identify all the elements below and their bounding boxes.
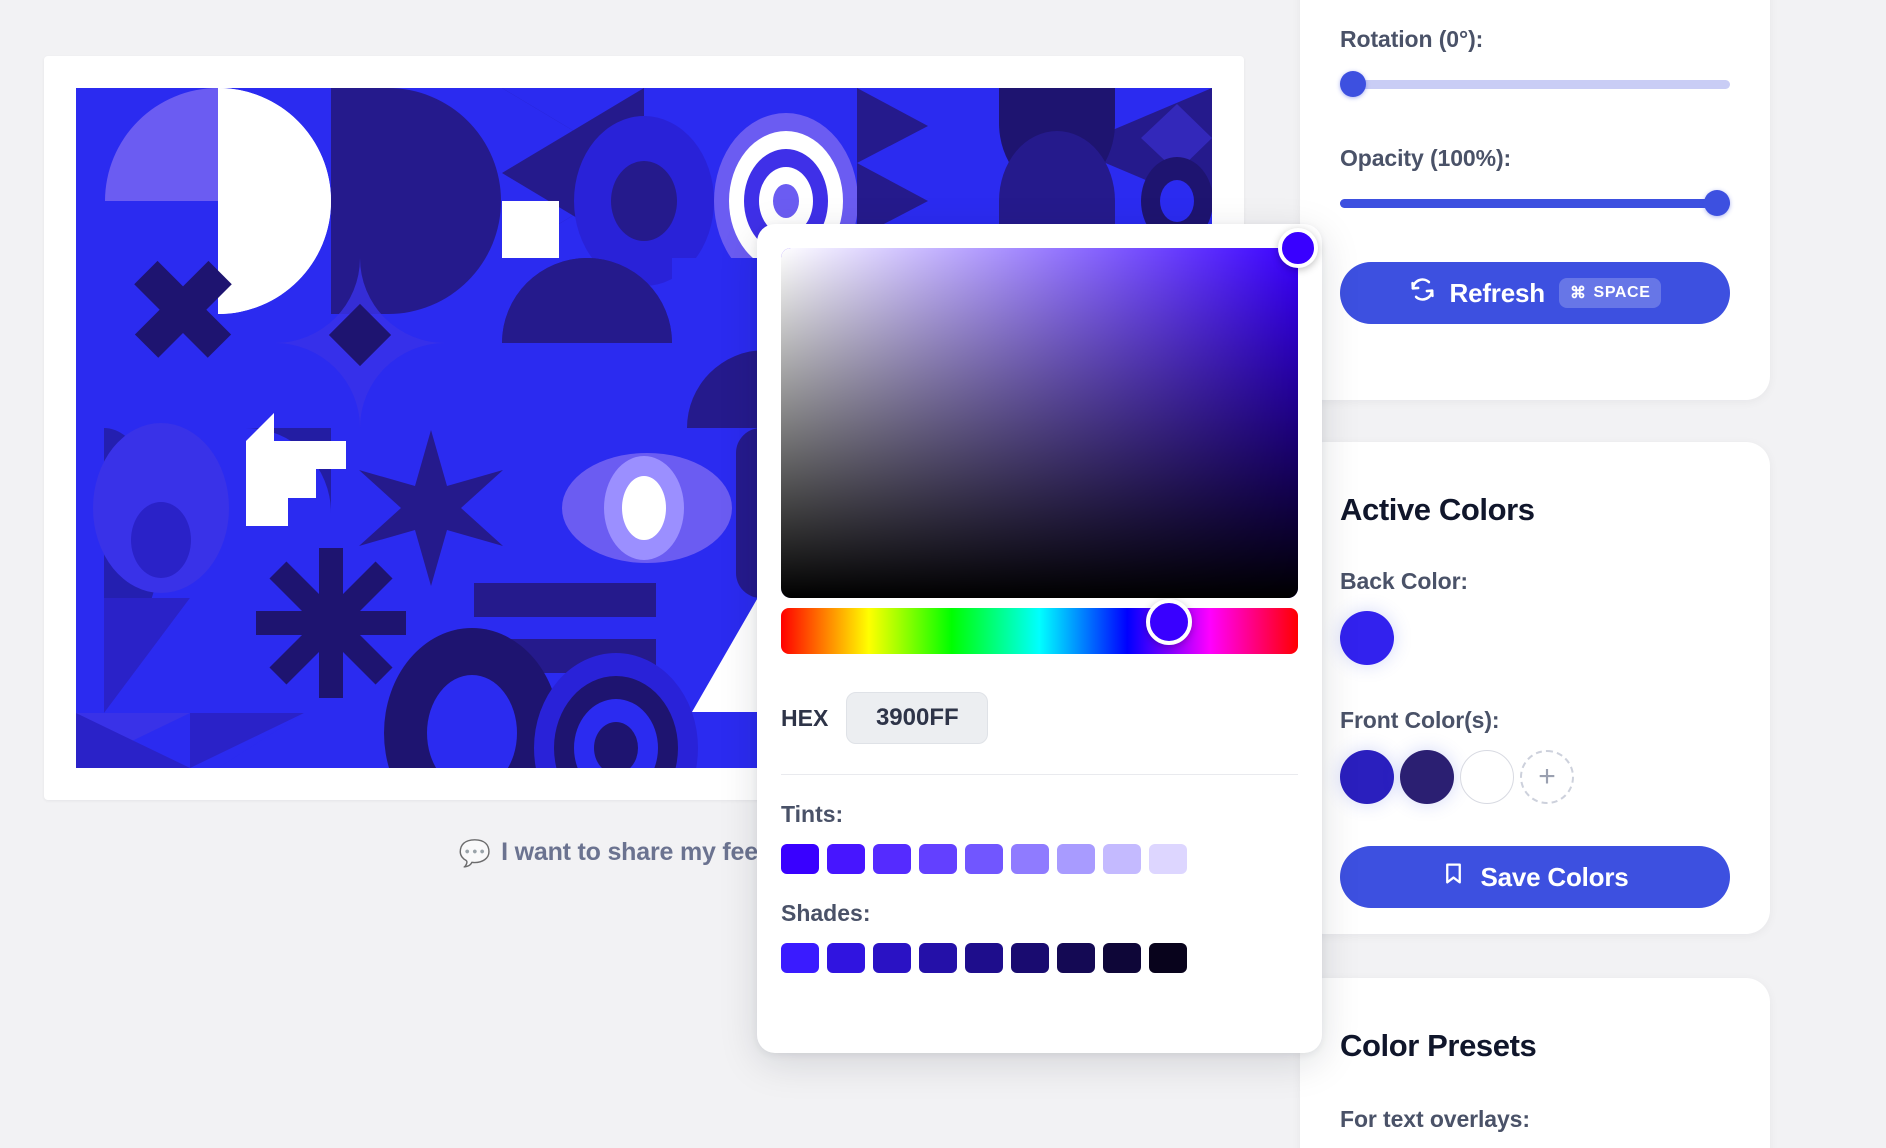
- shade-swatch-1[interactable]: [781, 943, 819, 973]
- sv-black-gradient: [781, 248, 1298, 598]
- tint-swatch-6[interactable]: [1011, 844, 1049, 874]
- rotation-slider[interactable]: [1340, 71, 1730, 97]
- rotation-slider-track[interactable]: [1340, 80, 1730, 89]
- shade-swatch-7[interactable]: [1057, 943, 1095, 973]
- saturation-value-area[interactable]: [781, 228, 1318, 598]
- front-color-swatch-3[interactable]: [1460, 750, 1514, 804]
- shade-swatch-4[interactable]: [919, 943, 957, 973]
- hue-slider[interactable]: [781, 599, 1298, 654]
- shade-swatch-6[interactable]: [1011, 943, 1049, 973]
- color-presets-panel: Color Presets For text overlays:: [1300, 978, 1770, 1148]
- hex-label: HEX: [781, 704, 829, 731]
- tints-label: Tints:: [781, 801, 844, 827]
- tints-row: [781, 844, 1298, 874]
- shades-label: Shades:: [781, 900, 871, 926]
- tint-swatch-1[interactable]: [781, 844, 819, 874]
- shortcut-modifier-glyph: ⌘: [1569, 285, 1587, 302]
- opacity-slider[interactable]: [1340, 190, 1730, 216]
- tint-swatch-3[interactable]: [873, 844, 911, 874]
- tint-swatch-2[interactable]: [827, 844, 865, 874]
- color-presets-subtitle: For text overlays:: [1340, 1106, 1530, 1132]
- hue-slider-handle[interactable]: [1145, 599, 1192, 645]
- opacity-label: Opacity (100%):: [1340, 145, 1512, 171]
- front-colors-label: Front Color(s):: [1340, 707, 1500, 733]
- tint-swatch-5[interactable]: [965, 844, 1003, 874]
- hex-input[interactable]: [846, 692, 989, 744]
- back-color-row: [1340, 611, 1730, 665]
- front-color-swatch-1[interactable]: [1340, 750, 1394, 804]
- shade-swatch-3[interactable]: [873, 943, 911, 973]
- refresh-button[interactable]: Refresh ⌘ SPACE: [1340, 262, 1730, 324]
- transform-panel: Rotation (0°): Opacity (100%): Refresh ⌘…: [1300, 0, 1770, 400]
- tint-swatch-7[interactable]: [1057, 844, 1095, 874]
- refresh-icon: [1409, 276, 1436, 310]
- back-color-label: Back Color:: [1340, 568, 1468, 594]
- speech-bubble-icon: 💬: [458, 837, 492, 868]
- save-colors-button[interactable]: Save Colors: [1340, 846, 1730, 908]
- back-color-swatch[interactable]: [1340, 611, 1394, 665]
- plus-icon: +: [1538, 760, 1556, 793]
- active-colors-title: Active Colors: [1340, 492, 1535, 527]
- rotation-label: Rotation (0°):: [1340, 26, 1484, 52]
- opacity-slider-fill: [1340, 199, 1730, 208]
- rotation-slider-knob[interactable]: [1340, 71, 1366, 97]
- shade-swatch-2[interactable]: [827, 943, 865, 973]
- shade-swatch-8[interactable]: [1103, 943, 1141, 973]
- saturation-value-gradient: [781, 248, 1298, 598]
- front-color-swatch-2[interactable]: [1400, 750, 1454, 804]
- opacity-slider-knob[interactable]: [1704, 190, 1730, 216]
- hex-row: HEX: [781, 692, 1298, 744]
- tint-swatch-4[interactable]: [919, 844, 957, 874]
- app-stage: 💬 I want to share my feedback Rotation (…: [0, 0, 1886, 1148]
- picker-divider: [781, 774, 1298, 775]
- shades-row: [781, 943, 1298, 973]
- shortcut-key-label: SPACE: [1593, 284, 1651, 301]
- tint-swatch-8[interactable]: [1103, 844, 1141, 874]
- refresh-button-label: Refresh: [1449, 277, 1546, 308]
- tint-swatch-9[interactable]: [1149, 844, 1187, 874]
- bookmark-icon: [1441, 861, 1466, 893]
- front-colors-row: +: [1340, 750, 1730, 804]
- refresh-shortcut-badge: ⌘ SPACE: [1558, 278, 1662, 308]
- color-picker-popup[interactable]: HEX Tints: Shades:: [757, 224, 1322, 1053]
- save-colors-label: Save Colors: [1480, 861, 1629, 892]
- saturation-value-handle[interactable]: [1278, 228, 1318, 268]
- active-colors-panel: Active Colors Back Color: Front Color(s)…: [1300, 442, 1770, 934]
- shade-swatch-5[interactable]: [965, 943, 1003, 973]
- add-front-color-button[interactable]: +: [1520, 750, 1574, 804]
- shade-swatch-9[interactable]: [1149, 943, 1187, 973]
- color-presets-title: Color Presets: [1340, 1028, 1537, 1063]
